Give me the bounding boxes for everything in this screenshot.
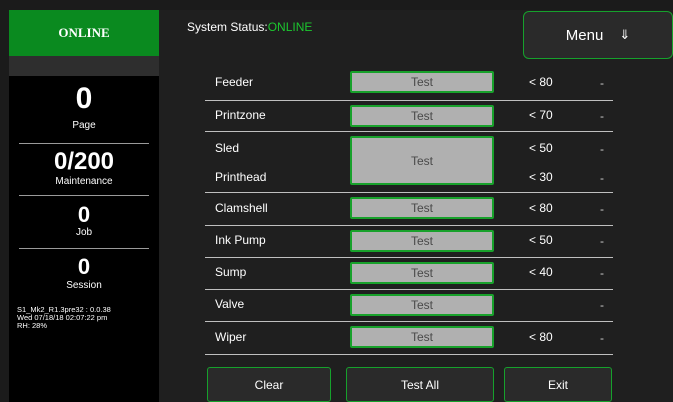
session-counter: 0 Session: [9, 254, 159, 292]
component-reading: -: [600, 234, 604, 248]
component-reading: -: [600, 142, 604, 156]
component-name: Printzone: [215, 108, 266, 122]
component-row-sled-printhead: Sled Printhead Test < 50 < 30 - -: [205, 132, 613, 196]
test-all-button[interactable]: Test All: [346, 367, 494, 402]
component-name: Feeder: [215, 75, 254, 89]
component-row-sump: Sump Test < 40 -: [205, 258, 613, 289]
maintenance-counter: 0/200 Maintenance: [9, 148, 159, 188]
component-name: Sled: [215, 141, 240, 155]
system-status-label: System Status:: [187, 20, 268, 34]
test-button-wiper[interactable]: Test: [350, 326, 494, 348]
component-name: Printhead: [215, 170, 267, 184]
divider: [19, 143, 149, 144]
page-count-label: Page: [72, 120, 96, 131]
component-reading: -: [600, 171, 604, 185]
job-count-label: Job: [75, 227, 93, 238]
component-name: Sump: [215, 265, 247, 279]
test-button-feeder[interactable]: Test: [350, 71, 494, 93]
maintenance-count-label: Maintenance: [55, 176, 113, 187]
device-info: S1_Mk2_R1.3pre32 : 0.0.38 Wed 07/18/18 0…: [17, 306, 111, 330]
menu-label: Menu: [565, 26, 604, 44]
test-button-ink-pump[interactable]: Test: [350, 230, 494, 252]
component-name: Wiper: [215, 330, 247, 344]
component-threshold: < 30: [529, 170, 553, 184]
test-button-sled[interactable]: Test: [350, 136, 494, 185]
page-count: 0: [75, 82, 93, 115]
component-name: Clamshell: [215, 201, 268, 215]
component-reading: -: [600, 202, 604, 216]
sidebar: ONLINE 0 Page 0/200 Maintenance 0 Job 0 …: [9, 10, 159, 402]
component-threshold: < 80: [529, 201, 553, 215]
component-row-wiper: Wiper Test < 80 -: [205, 322, 613, 354]
divider: [19, 248, 149, 249]
component-threshold: < 50: [529, 141, 553, 155]
component-threshold: < 40: [529, 265, 553, 279]
component-threshold: < 50: [529, 233, 553, 247]
job-counter: 0 Job: [9, 202, 159, 239]
system-status: System Status:ONLINE: [187, 20, 312, 34]
online-label: ONLINE: [58, 25, 110, 40]
maintenance-count: 0/200: [53, 148, 115, 175]
component-row-ink-pump: Ink Pump Test < 50 -: [205, 226, 613, 257]
main-frame: ONLINE 0 Page 0/200 Maintenance 0 Job 0 …: [9, 10, 673, 402]
component-name: Valve: [215, 297, 245, 311]
arrow-down-icon: ⇓: [619, 27, 631, 42]
component-row-valve: Valve Test -: [205, 290, 613, 321]
clear-button[interactable]: Clear: [207, 367, 331, 402]
test-button-sump[interactable]: Test: [350, 262, 494, 284]
session-count: 0: [77, 254, 91, 279]
test-button-valve[interactable]: Test: [350, 294, 494, 316]
component-reading: -: [600, 298, 604, 312]
online-banner: ONLINE: [9, 10, 159, 56]
component-threshold: < 80: [529, 330, 553, 344]
system-status-value: ONLINE: [267, 20, 313, 34]
component-reading: -: [600, 109, 604, 123]
component-threshold: < 80: [529, 75, 553, 89]
component-threshold: < 70: [529, 108, 553, 122]
component-reading: -: [600, 266, 604, 280]
exit-button[interactable]: Exit: [504, 367, 612, 402]
sidebar-strip: [9, 56, 159, 76]
component-name: Ink Pump: [215, 233, 266, 247]
component-row-printzone: Printzone Test < 70 -: [205, 101, 613, 131]
row-divider: [205, 354, 613, 355]
test-button-clamshell[interactable]: Test: [350, 197, 494, 219]
divider: [19, 195, 149, 196]
test-button-printzone[interactable]: Test: [350, 105, 494, 127]
job-count: 0: [77, 202, 91, 227]
humidity-text: RH: 28%: [17, 321, 48, 330]
component-row-feeder: Feeder Test < 80 -: [205, 68, 613, 100]
component-row-clamshell: Clamshell Test < 80 -: [205, 193, 613, 225]
page-counter: 0 Page: [9, 82, 159, 132]
menu-button[interactable]: Menu ⇓: [523, 11, 673, 59]
session-count-label: Session: [66, 280, 102, 291]
component-reading: -: [600, 331, 604, 345]
component-reading: -: [600, 76, 604, 90]
